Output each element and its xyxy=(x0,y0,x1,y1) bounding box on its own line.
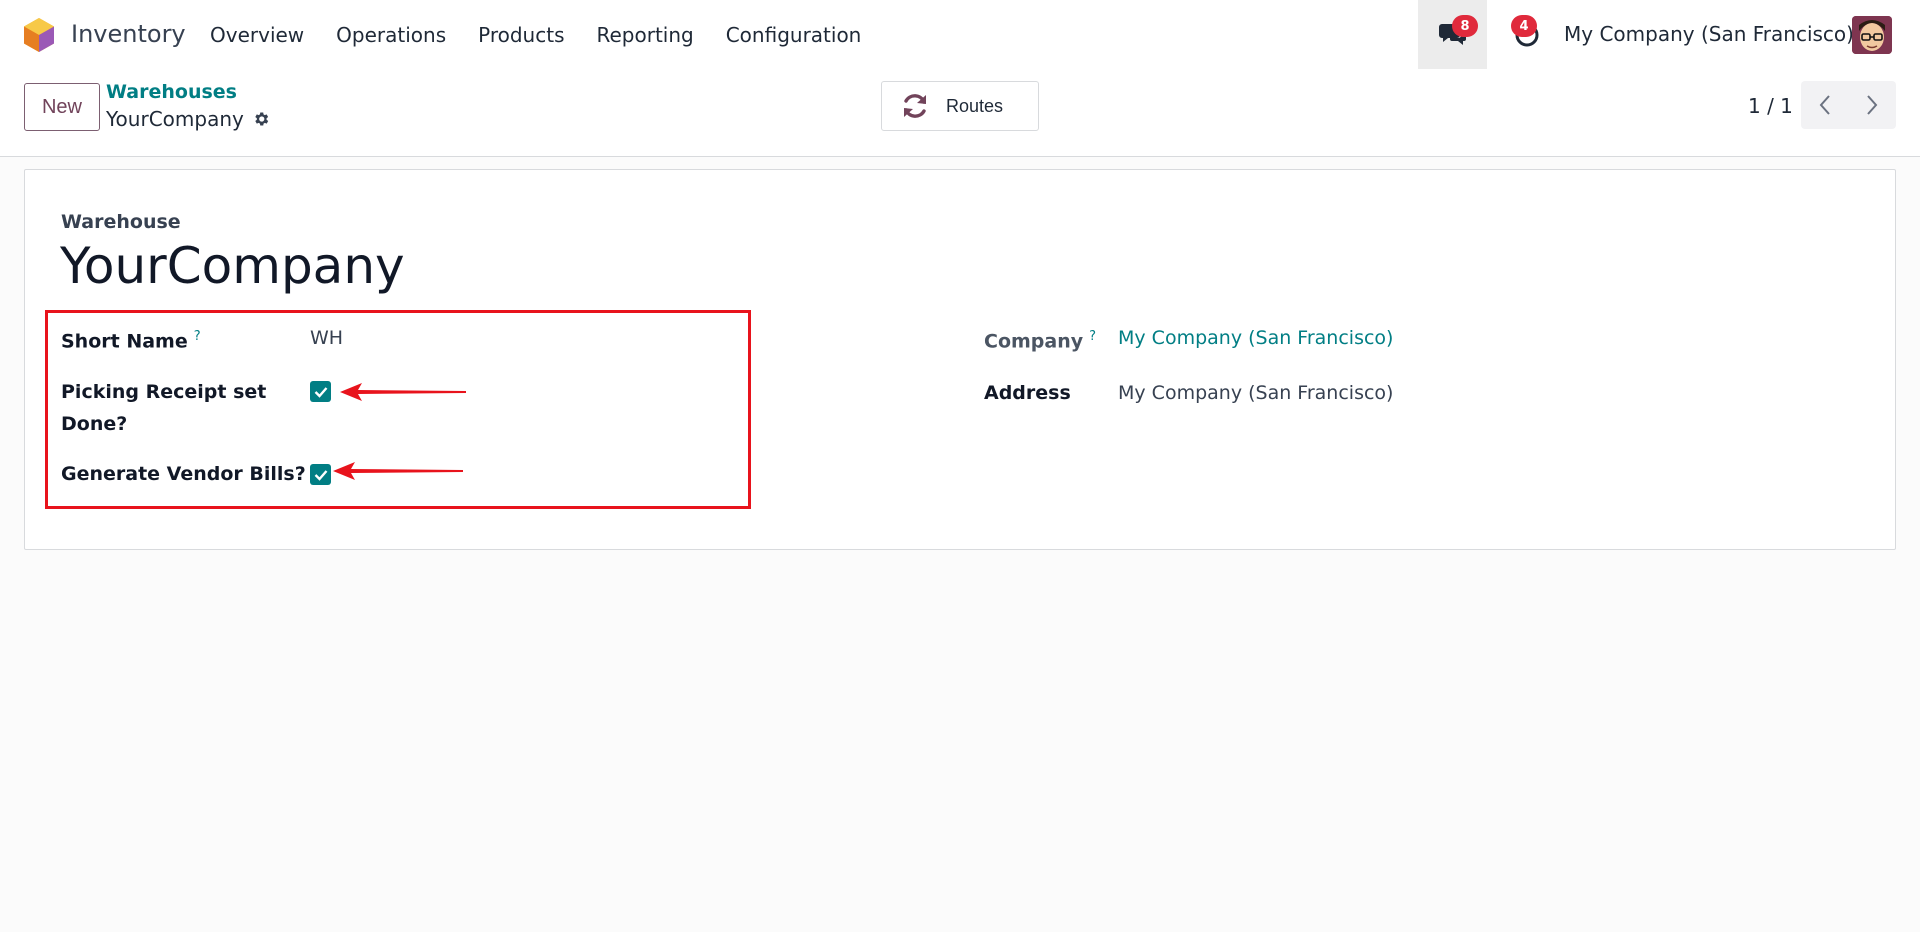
pager-previous-button[interactable] xyxy=(1801,81,1849,129)
breadcrumb-current-label: YourCompany xyxy=(106,107,244,131)
address-field[interactable]: My Company (San Francisco) xyxy=(1118,382,1393,404)
main-menu: Overview Operations Products Reporting C… xyxy=(210,23,893,47)
pager-buttons xyxy=(1801,81,1896,129)
company-label-text: Company xyxy=(984,330,1084,353)
annotation-arrow-icon xyxy=(333,462,463,480)
refresh-icon xyxy=(904,94,926,118)
company-help-icon[interactable]: ? xyxy=(1089,329,1096,344)
user-avatar-icon xyxy=(1852,16,1892,54)
menu-products[interactable]: Products xyxy=(478,23,564,47)
inventory-app-icon[interactable] xyxy=(22,17,56,53)
warehouse-name-field[interactable]: YourCompany xyxy=(60,237,405,295)
activities-count-badge: 4 xyxy=(1511,15,1537,37)
menu-overview[interactable]: Overview xyxy=(210,23,304,47)
breadcrumb-current: YourCompany xyxy=(106,107,270,131)
company-switcher[interactable]: My Company (San Francisco) xyxy=(1564,22,1854,46)
app-name[interactable]: Inventory xyxy=(71,20,186,48)
routes-button-label: Routes xyxy=(946,95,1004,116)
menu-reporting[interactable]: Reporting xyxy=(596,23,693,47)
messages-count-badge: 8 xyxy=(1452,15,1478,37)
annotation-arrow-icon xyxy=(340,383,466,401)
menu-configuration[interactable]: Configuration xyxy=(726,23,862,47)
company-label: Company? xyxy=(984,321,1096,357)
company-field-link[interactable]: My Company (San Francisco) xyxy=(1118,327,1393,349)
breadcrumb-warehouses[interactable]: Warehouses xyxy=(106,81,237,103)
user-avatar[interactable] xyxy=(1852,16,1892,54)
top-navbar: Inventory Overview Operations Products R… xyxy=(0,0,1920,69)
activities-button[interactable]: 4 xyxy=(1497,0,1557,69)
record-type-label: Warehouse xyxy=(61,211,181,233)
pager-next-button[interactable] xyxy=(1849,81,1897,129)
gear-icon[interactable] xyxy=(252,110,270,128)
chevron-left-icon xyxy=(1819,95,1830,115)
chevron-right-icon xyxy=(1867,95,1878,115)
new-button[interactable]: New xyxy=(24,83,100,131)
address-label: Address xyxy=(984,382,1071,404)
menu-operations[interactable]: Operations xyxy=(336,23,446,47)
pager-value[interactable]: 1 / 1 xyxy=(1748,94,1793,118)
messages-button[interactable]: 8 xyxy=(1418,0,1487,69)
routes-button[interactable]: Routes xyxy=(881,81,1039,131)
control-panel: New Warehouses YourCompany Routes 1 / 1 xyxy=(0,69,1920,157)
